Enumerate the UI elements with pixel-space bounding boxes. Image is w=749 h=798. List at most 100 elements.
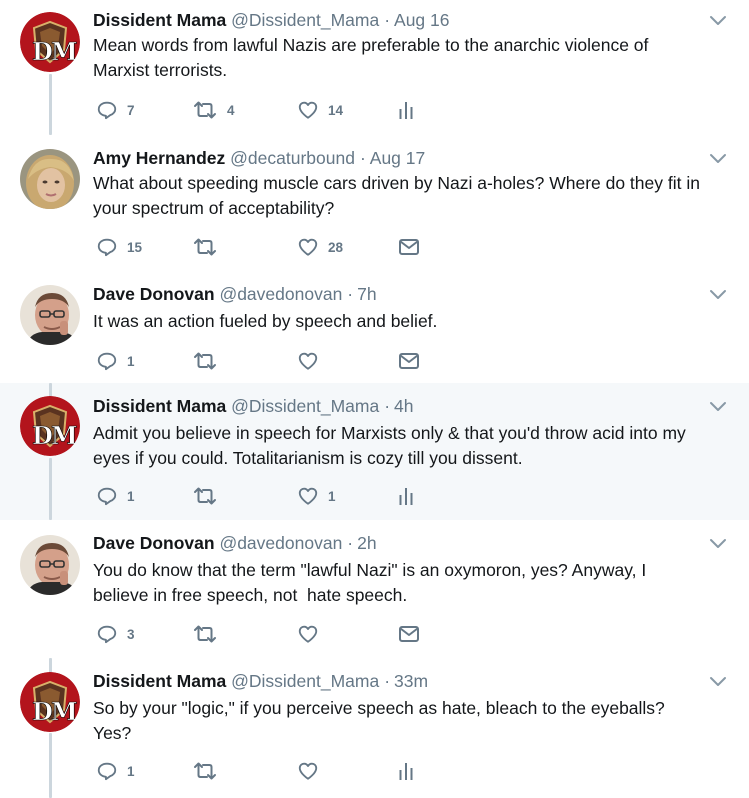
tweet[interactable]: Amy Hernandez @decaturbound · Aug 17 What a… (0, 135, 749, 272)
retweet-icon (192, 760, 218, 782)
thread-connector-line (49, 733, 52, 798)
avatar[interactable]: D M (20, 672, 80, 732)
chevron-down-icon[interactable] (708, 400, 728, 414)
tweet-actions: 1 (96, 759, 436, 783)
user-handle[interactable]: @davedonovan (219, 533, 342, 553)
tweet-header: Dissident Mama @Dissident_Mama · 4h (93, 395, 414, 417)
display-name[interactable]: Dave Donovan (93, 284, 215, 304)
timestamp[interactable]: 4h (394, 396, 413, 416)
chevron-down-icon[interactable] (708, 288, 728, 302)
chevron-down-icon[interactable] (708, 152, 728, 166)
display-name[interactable]: Dave Donovan (93, 533, 215, 553)
analytics-icon (398, 760, 414, 782)
tweet-text: So by your "logic," if you perceive spee… (93, 696, 733, 746)
tweet-text-line: So by your "logic," if you perceive spee… (93, 698, 665, 718)
direct-message-button[interactable] (398, 235, 420, 259)
reply-button[interactable]: 1 (96, 349, 135, 373)
display-name[interactable]: Dissident Mama (93, 396, 226, 416)
like-button[interactable]: 1 (297, 484, 336, 508)
reply-button[interactable]: 7 (96, 98, 135, 122)
retweet-button[interactable]: 4 (192, 98, 235, 122)
reply-icon (96, 760, 118, 782)
direct-message-icon (398, 351, 420, 371)
retweet-button[interactable] (192, 349, 227, 373)
user-handle[interactable]: @Dissident_Mama (231, 671, 379, 691)
tweet-text: What about speeding muscle cars driven b… (93, 171, 733, 221)
tweet-actions: 3 (96, 622, 436, 646)
analytics-button[interactable] (398, 484, 414, 508)
retweet-button[interactable] (192, 622, 227, 646)
direct-message-button[interactable] (398, 622, 420, 646)
tweet-header: Amy Hernandez @decaturbound · Aug 17 (93, 147, 425, 169)
separator-dot: · (359, 148, 366, 168)
tweet-actions: 1 (96, 349, 436, 373)
analytics-button[interactable] (398, 759, 414, 783)
heart-icon (297, 236, 319, 258)
reply-icon (96, 485, 118, 507)
like-button[interactable]: 28 (297, 235, 343, 259)
like-count: 14 (328, 102, 344, 118)
analytics-icon (398, 99, 414, 121)
user-handle[interactable]: @decaturbound (230, 148, 355, 168)
like-button[interactable] (297, 349, 328, 373)
tweet-text-line: It was an action fueled by speech and be… (93, 311, 438, 331)
chevron-down-icon[interactable] (708, 14, 728, 28)
timestamp[interactable]: 33m (394, 671, 428, 691)
tweet[interactable]: Dave Donovan @davedonovan · 7h It was an ac… (0, 272, 749, 383)
tweet[interactable]: D M Dissident Mama @Dissident_Mama · Aug 1… (0, 0, 749, 135)
reply-button[interactable]: 3 (96, 622, 135, 646)
analytics-button[interactable] (398, 98, 414, 122)
timestamp[interactable]: 7h (357, 284, 376, 304)
separator-dot: · (347, 284, 354, 304)
display-name[interactable]: Dissident Mama (93, 10, 226, 30)
reply-button[interactable]: 1 (96, 484, 135, 508)
reply-count: 1 (127, 353, 135, 369)
heart-icon (297, 350, 319, 372)
avatar[interactable] (20, 149, 80, 209)
tweet-text: Admit you believe in speech for Marxists… (93, 421, 733, 471)
timestamp[interactable]: 2h (357, 533, 376, 553)
retweet-icon (192, 350, 218, 372)
tweet-text-line: What about speeding muscle cars driven b… (93, 173, 700, 193)
reply-button[interactable]: 15 (96, 235, 142, 259)
timestamp[interactable]: Aug 16 (394, 10, 449, 30)
tweet-actions: 11 (96, 484, 436, 508)
like-button[interactable] (297, 759, 328, 783)
retweet-button[interactable] (192, 759, 227, 783)
user-handle[interactable]: @Dissident_Mama (231, 10, 379, 30)
retweet-button[interactable] (192, 484, 227, 508)
reply-icon (96, 99, 118, 121)
reply-count: 7 (127, 102, 135, 118)
thread-connector-line (49, 658, 52, 673)
display-name[interactable]: Amy Hernandez (93, 148, 225, 168)
svg-text:M: M (51, 37, 78, 66)
avatar[interactable]: D M (20, 12, 80, 72)
timestamp[interactable]: Aug 17 (370, 148, 425, 168)
display-name[interactable]: Dissident Mama (93, 671, 226, 691)
reply-icon (96, 350, 118, 372)
retweet-button[interactable] (192, 235, 227, 259)
like-count: 1 (328, 488, 336, 504)
heart-icon (297, 623, 319, 645)
tweet-text-line: your spectrum of acceptability? (93, 198, 335, 218)
retweet-icon (192, 99, 218, 121)
analytics-icon (398, 485, 414, 507)
direct-message-button[interactable] (398, 349, 420, 373)
tweet[interactable]: D M Dissident Mama @Dissident_Mama · 4h Adm… (0, 383, 749, 520)
user-handle[interactable]: @Dissident_Mama (231, 396, 379, 416)
heart-icon (297, 485, 319, 507)
avatar[interactable]: D M (20, 396, 80, 456)
tweet[interactable]: D M Dissident Mama @Dissident_Mama · 33m So… (0, 658, 749, 798)
reply-button[interactable]: 1 (96, 759, 135, 783)
reply-icon (96, 623, 118, 645)
user-handle[interactable]: @davedonovan (219, 284, 342, 304)
like-button[interactable] (297, 622, 328, 646)
heart-icon (297, 760, 319, 782)
chevron-down-icon[interactable] (708, 537, 728, 551)
chevron-down-icon[interactable] (708, 675, 728, 689)
tweet[interactable]: Dave Donovan @davedonovan · 2h You do know … (0, 520, 749, 658)
direct-message-icon (398, 237, 420, 257)
like-button[interactable]: 14 (297, 98, 343, 122)
avatar[interactable] (20, 535, 80, 595)
avatar[interactable] (20, 285, 80, 345)
